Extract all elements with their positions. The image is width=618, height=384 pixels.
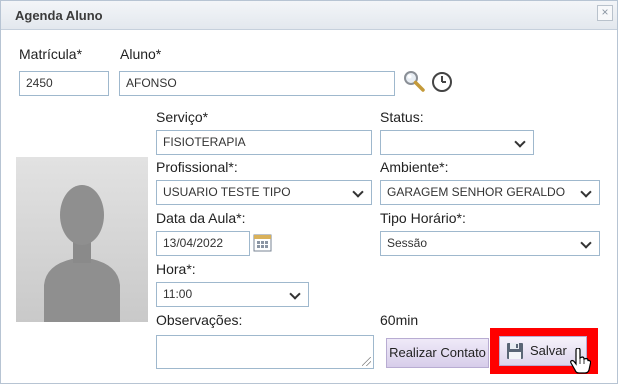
observacoes-label: Observações: — [156, 312, 243, 328]
hand-pointer-icon — [569, 347, 592, 374]
profissional-select[interactable]: USUARIO TESTE TIPO — [156, 180, 372, 205]
servico-input[interactable]: FISIOTERAPIA — [156, 130, 372, 155]
status-label: Status: — [380, 109, 424, 125]
duracao-text: 60min — [380, 312, 419, 328]
agenda-aluno-dialog: Agenda Aluno × Matrícula* 2450 Aluno* AF… — [0, 0, 618, 384]
save-button-label: Salvar — [530, 343, 567, 358]
data-aula-input[interactable]: 13/04/2022 — [156, 231, 250, 256]
aluno-label: Aluno* — [120, 46, 162, 62]
status-select[interactable] — [380, 130, 534, 155]
floppy-disk-icon — [506, 342, 524, 360]
matricula-input[interactable]: 2450 — [19, 71, 109, 96]
observacoes-textarea[interactable] — [156, 335, 374, 369]
matricula-label: Matrícula* — [19, 46, 83, 62]
tipo-horario-select[interactable]: Sessão — [380, 231, 600, 256]
servico-label: Serviço* — [156, 109, 209, 125]
save-highlight-box: Salvar — [490, 328, 598, 374]
close-button[interactable]: × — [597, 5, 613, 21]
aluno-input[interactable]: AFONSO — [119, 71, 395, 96]
clock-icon[interactable] — [431, 71, 453, 93]
resize-grip-icon[interactable] — [362, 357, 371, 366]
ambiente-select[interactable]: GARAGEM SENHOR GERALDO — [380, 180, 600, 205]
search-icon[interactable] — [403, 70, 425, 92]
dialog-title: Agenda Aluno — [15, 8, 103, 23]
realizar-contato-button[interactable]: Realizar Contato — [386, 338, 489, 368]
hora-select[interactable]: 11:00 — [156, 282, 309, 307]
hora-label: Hora*: — [156, 261, 196, 277]
data-aula-label: Data da Aula*: — [156, 210, 246, 226]
tipo-horario-label: Tipo Horário*: — [380, 210, 466, 226]
calendar-icon[interactable] — [253, 233, 272, 252]
profissional-label: Profissional*: — [156, 159, 238, 175]
student-photo-placeholder — [16, 157, 148, 322]
dialog-titlebar: Agenda Aluno × — [1, 1, 617, 30]
ambiente-label: Ambiente*: — [380, 159, 449, 175]
